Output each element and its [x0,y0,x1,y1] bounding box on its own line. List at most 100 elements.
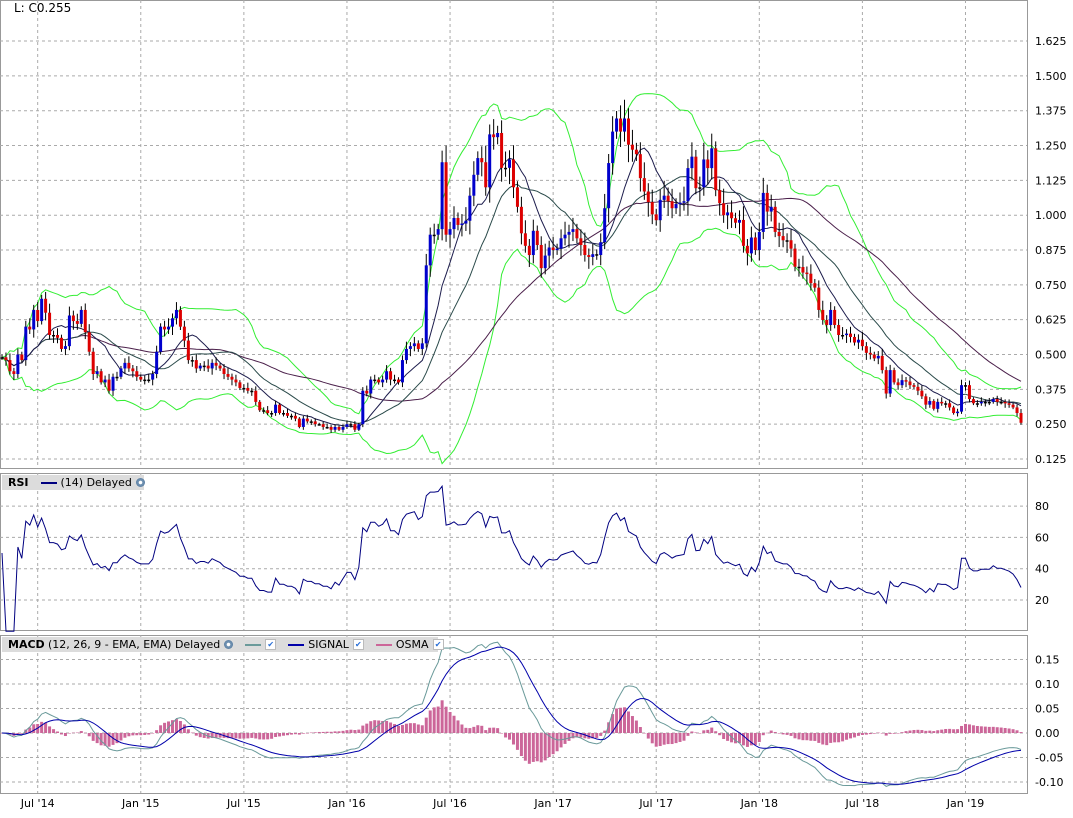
osma-bar [682,733,686,741]
checkbox-checked-icon[interactable]: ✔ [432,639,444,650]
candle-body [381,379,385,383]
candle-body [781,236,785,241]
candle-body [777,231,781,237]
osma-bar [615,708,619,733]
osma-bar [186,729,190,733]
osma-bar [531,733,535,762]
osma-bar [813,733,817,741]
candle-body [135,371,139,377]
candle-body [563,234,567,239]
candle-body [373,379,377,382]
rsi-title: RSI [8,476,29,489]
candle-body [190,360,194,362]
osma-bar [508,733,512,740]
osma-bar [718,733,722,736]
osma-bar [484,730,488,733]
y-tick-label: 0.125 [1035,453,1067,466]
candle-body [718,190,722,204]
candle-body [920,390,924,397]
candle-body [940,401,944,404]
osma-bar [353,730,357,733]
chart-window: Jul '14 Jan '15 Jul '15 Jan '16 Jul '16 Jan '… [0,0,1073,818]
osma-bar [40,721,44,733]
candle-body [393,379,397,382]
candle-body [884,370,888,394]
candle-body [4,357,8,361]
osma-bar [297,733,301,735]
checkbox-checked-icon[interactable]: ✔ [352,639,364,650]
candle-body [579,238,583,246]
candle-body [730,212,734,219]
candle-body [734,218,738,223]
candle-body [710,148,714,169]
signal-label: SIGNAL [308,638,349,651]
osma-bar [920,730,924,733]
candle-body [87,332,91,352]
candle-body [508,159,512,168]
osma-bar [801,733,805,741]
y-tick-label: 0.15 [1035,654,1060,667]
candle-body [726,212,730,216]
candle-body [472,174,476,196]
osma-bar [892,733,896,734]
refresh-gear-icon[interactable] [224,640,234,649]
candle-body [543,255,547,269]
osma-bar [377,720,381,733]
candle-body [170,318,174,327]
osma-bar [638,727,642,733]
candle-body [872,354,876,359]
candle-body [670,201,674,209]
osma-bar [79,731,83,733]
candle-body [852,336,856,343]
candle-body [856,339,860,343]
osma-bar [948,728,952,733]
rsi-params[interactable]: (14) Delayed [35,475,151,490]
candle-body [63,346,67,349]
osma-bar [658,733,662,747]
osma-bar [250,733,254,738]
rsi-line-swatch [40,481,57,484]
y-tick-label: -0.10 [1035,776,1063,789]
osma-bar [174,719,178,733]
osma-bar [404,723,408,733]
candle-body [753,237,757,251]
osma-bar [361,725,365,733]
macd-line-toggle[interactable]: ✔ [239,639,282,650]
candle-body [313,421,317,425]
osma-bar [464,727,468,733]
chart-canvas[interactable]: Jul '14 Jan '15 Jul '15 Jan '16 Jul '16 Jan '… [0,0,1073,818]
checkbox-checked-icon[interactable]: ✔ [265,639,277,650]
osma-bar [194,733,198,736]
osma-bar [492,727,496,733]
candle-body [904,380,908,382]
candle-body [492,134,496,138]
osma-bar [48,726,52,733]
candle-body [678,202,682,205]
y-tick-label: 0.10 [1035,678,1060,691]
candle-body [369,379,373,394]
candle-body [682,201,686,203]
refresh-gear-icon[interactable] [135,478,145,487]
osma-bar [777,733,781,734]
candle-body [527,245,531,256]
osma-bar [837,733,841,743]
osma-bar [301,733,305,734]
osma-bar [424,717,428,733]
candle-body [293,415,297,419]
osma-bar [67,733,71,734]
osma-bar [1019,732,1023,733]
osma-bar [698,733,702,734]
candle-body [797,266,801,269]
macd-params[interactable]: (12, 26, 9 - EMA, EMA) Delayed [42,637,239,652]
candle-body [575,229,579,239]
candle-body [789,240,793,249]
candle-body [737,219,741,223]
candle-body [309,421,313,423]
candle-body [95,371,99,375]
signal-toggle[interactable]: SIGNAL ✔ [282,637,370,652]
signal-line [1,646,1022,785]
candle-body [603,208,607,243]
osma-bar [71,732,75,734]
candle-body [254,390,258,402]
osma-toggle[interactable]: OSMA ✔ [370,637,450,652]
